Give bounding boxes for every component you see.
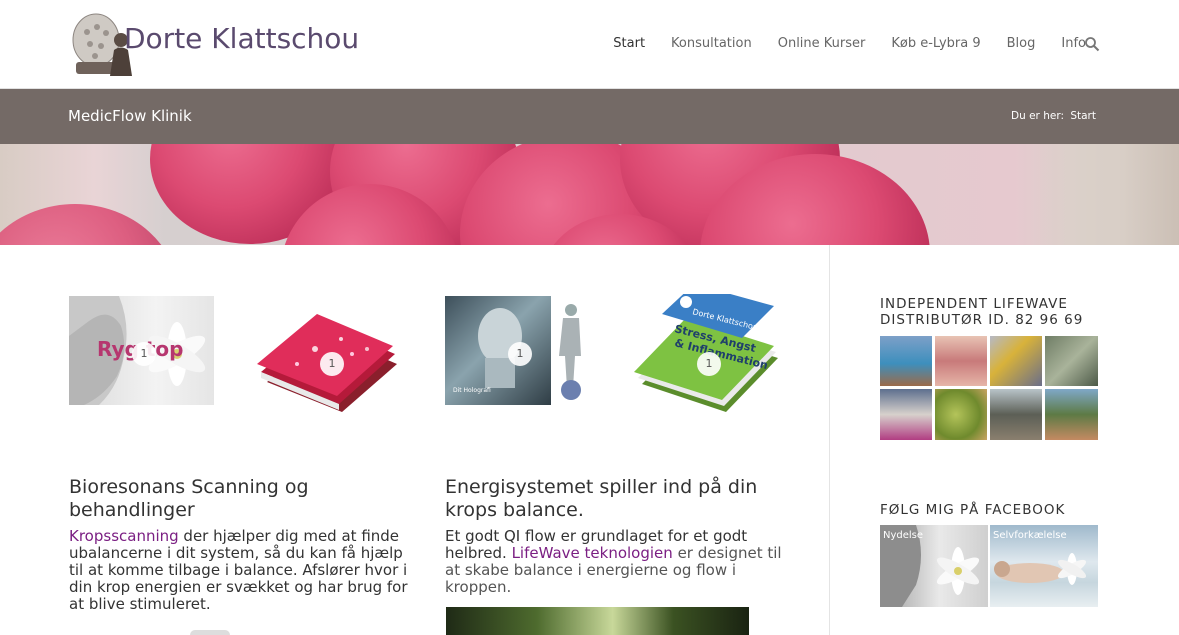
breadcrumb-label: Du er her:	[1011, 110, 1064, 122]
page-title[interactable]: MedicFlow Klinik	[68, 107, 192, 125]
widget-title-lifewave: INDEPENDENT LIFEWAVE DISTRIBUTØR ID. 82 …	[880, 296, 1084, 328]
nav-konsultation[interactable]: Konsultation	[658, 36, 765, 51]
kropsscanning-link[interactable]: Kropsscanning	[69, 527, 179, 545]
slide-counter[interactable]: 1	[132, 342, 156, 366]
sidebar-divider	[829, 245, 830, 635]
banner-ball	[0, 204, 180, 245]
facebook-tile-label: Nydelse	[883, 530, 924, 541]
logo-figure-icon	[72, 13, 132, 76]
gallery-tile[interactable]	[880, 389, 932, 440]
post-title-scanning[interactable]: Bioresonans Scanning og behandlinger	[69, 476, 369, 522]
post-excerpt-scanning: Kropsscanning der hjælper dig med at fin…	[69, 528, 414, 613]
nav-kob-elybra[interactable]: Køb e-Lybra 9	[878, 36, 993, 51]
slide-counter[interactable]: 1	[697, 352, 721, 376]
breadcrumb-current[interactable]: Start	[1070, 110, 1096, 122]
site-logo[interactable]: Dorte Klattschou	[70, 10, 359, 78]
widget-title-facebook: FØLG MIG PÅ FACEBOOK	[880, 502, 1066, 518]
gallery-tile[interactable]	[1045, 336, 1098, 386]
main-nav: Start Konsultation Online Kurser Køb e-L…	[600, 36, 1099, 51]
slide-counter[interactable]: 1	[320, 352, 344, 376]
nav-online-kurser[interactable]: Online Kurser	[765, 36, 879, 51]
facebook-tile-label: Selvforkælelse	[993, 530, 1067, 541]
post-thumbnail-energy[interactable]: Dit Holografi 1	[445, 296, 590, 405]
gallery-tile[interactable]	[880, 336, 932, 386]
gallery-tile[interactable]	[1045, 389, 1098, 440]
logo-text: Dorte Klattschou	[124, 22, 360, 55]
post-image-partial	[190, 630, 230, 635]
post-thumbnail-scanning[interactable]: Ryg top 1	[69, 296, 214, 405]
gallery-tile[interactable]	[935, 389, 987, 440]
site-header: Dorte Klattschou Start Konsultation Onli…	[0, 0, 1179, 89]
post-image-forest	[446, 607, 749, 635]
lifewave-link[interactable]: LifeWave teknologien	[512, 544, 673, 562]
post-thumbnail-book-green[interactable]: Dorte Klattschou Stress, Angst & Inflamm…	[634, 294, 782, 426]
facebook-tile-selvforkaelelse[interactable]: Selvforkælelse	[990, 525, 1098, 607]
lifewave-gallery[interactable]	[880, 336, 1098, 440]
banner-edge	[1029, 144, 1179, 245]
facebook-tile-nydelse[interactable]: Nydelse	[880, 525, 988, 607]
hero-banner-image	[0, 144, 1179, 245]
breadcrumb: Du er her: Start	[1008, 110, 1096, 122]
gallery-tile[interactable]	[990, 336, 1042, 386]
search-icon[interactable]	[1084, 36, 1100, 52]
thumb-text: Dit Holografi	[453, 387, 491, 394]
post-excerpt-energy: Et godt QI flow er grundlaget for et god…	[445, 528, 785, 596]
post-title-energy[interactable]: Energisystemet spiller ind på din krops …	[445, 476, 785, 522]
nav-start[interactable]: Start	[600, 36, 658, 51]
post-thumbnail-book-red[interactable]: 1	[257, 294, 405, 426]
nav-blog[interactable]: Blog	[994, 36, 1049, 51]
gallery-tile[interactable]	[990, 389, 1042, 440]
slide-counter[interactable]: 1	[508, 342, 532, 366]
gallery-tile[interactable]	[935, 336, 987, 386]
title-bar: MedicFlow Klinik Du er her: Start	[0, 89, 1179, 144]
